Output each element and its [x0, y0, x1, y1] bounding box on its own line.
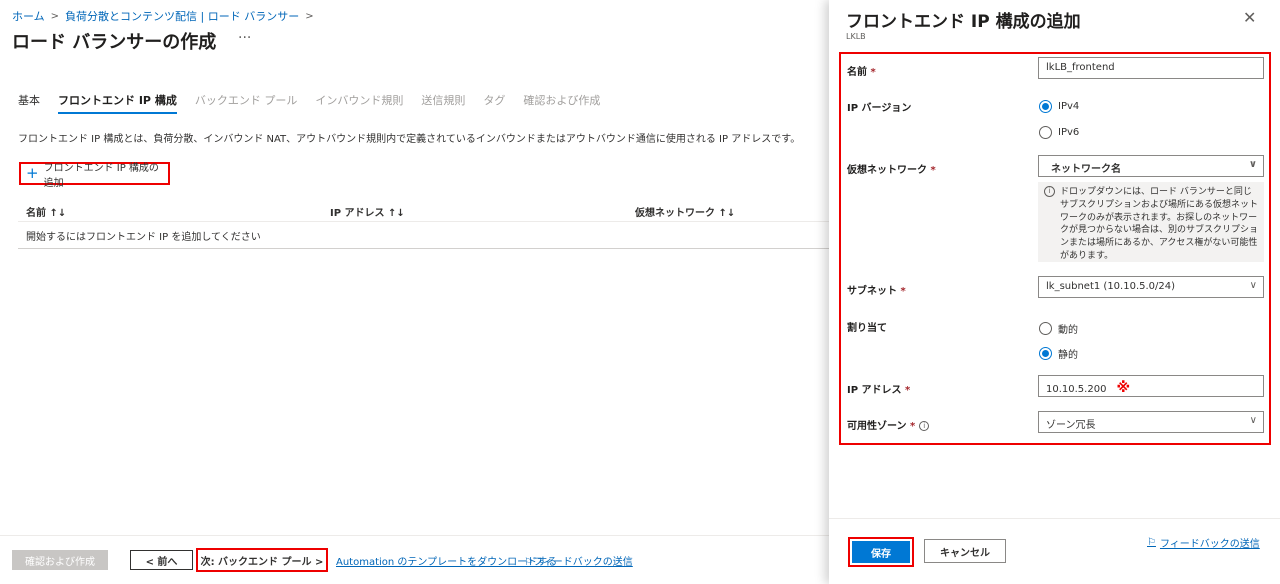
subnet-dropdown[interactable]: lk_subnet1 (10.10.5.0/24) ∨ [1038, 276, 1264, 298]
table-empty-row: 開始するにはフロントエンド IP を追加してください [18, 222, 829, 249]
panel-feedback-link[interactable]: ⚐ フィードバックの送信 [1147, 535, 1260, 550]
previous-button[interactable]: < 前へ [130, 550, 193, 570]
close-icon[interactable]: ✕ [1243, 8, 1256, 27]
breadcrumb: ホーム > 負荷分散とコンテンツ配信 | ロード バランサー > [12, 8, 314, 24]
cancel-button[interactable]: キャンセル [924, 539, 1006, 563]
chevron-down-icon: ∨ [1249, 415, 1257, 426]
chevron-down-icon: ∨ [1249, 280, 1257, 291]
tab-inbound-rules[interactable]: インバウンド規則 [315, 92, 403, 114]
feedback-icon: ⚐ [1147, 537, 1156, 548]
vnet-dropdown[interactable]: ネットワーク名 ∨ [1038, 155, 1264, 177]
tab-basics[interactable]: 基本 [18, 92, 40, 114]
info-icon: i [1044, 186, 1055, 197]
column-header-vnet[interactable]: 仮想ネットワーク ↑↓ [635, 204, 735, 219]
next-backend-pool-button[interactable]: 次: バックエンド プール > [196, 548, 328, 572]
wizard-tabs: 基本 フロントエンド IP 構成 バックエンド プール インバウンド規則 送信規… [18, 92, 600, 114]
tab-backend-pool[interactable]: バックエンド プール [195, 92, 298, 114]
column-header-name[interactable]: 名前 ↑↓ [26, 204, 66, 219]
save-button[interactable]: 保存 [852, 541, 910, 563]
panel-title: フロントエンド IP 構成の追加 [846, 12, 1081, 32]
vnet-info-box: i ドロップダウンには、ロード バランサーと同じサブスクリプションおよび場所にあ… [1038, 182, 1264, 262]
ip-address-label: IP アドレス * [847, 385, 911, 396]
tab-review-create[interactable]: 確認および作成 [523, 92, 600, 114]
assignment-label: 割り当て [847, 323, 887, 334]
table-header: 名前 ↑↓ IP アドレス ↑↓ 仮想ネットワーク ↑↓ [18, 196, 829, 222]
ipv6-radio[interactable]: IPv6 [1039, 126, 1079, 139]
wizard-footer: 確認および作成 < 前へ 次: バックエンド プール > Automation … [0, 535, 829, 584]
tab-outbound-rules[interactable]: 送信規則 [421, 92, 465, 114]
tab-frontend-ip[interactable]: フロントエンド IP 構成 [58, 92, 177, 114]
chevron-right-icon: > [305, 10, 314, 22]
review-create-button[interactable]: 確認および作成 [12, 550, 108, 570]
panel-footer: 保存 キャンセル ⚐ フィードバックの送信 [829, 518, 1280, 584]
radio-empty-icon [1039, 126, 1052, 139]
subnet-label: サブネット * [847, 286, 906, 297]
send-feedback-link[interactable]: ⚐フィードバックの送信 [524, 553, 633, 568]
name-input[interactable]: lkLB_frontend [1038, 57, 1264, 79]
ip-version-label: IP バージョン [847, 103, 912, 114]
availability-zone-dropdown[interactable]: ゾーン冗長 ∨ [1038, 411, 1264, 433]
breadcrumb-home[interactable]: ホーム [12, 8, 45, 24]
chevron-right-icon: > [50, 10, 60, 22]
ip-address-input[interactable]: 10.10.5.200 ※ [1038, 375, 1264, 397]
static-radio[interactable]: 静的 [1039, 346, 1078, 361]
radio-selected-icon [1039, 100, 1052, 113]
radio-selected-icon [1039, 347, 1052, 360]
add-frontend-ip-button[interactable]: + フロントエンド IP 構成の追加 [19, 162, 170, 189]
more-options-icon[interactable]: ··· [238, 30, 251, 46]
column-header-ip[interactable]: IP アドレス ↑↓ [330, 204, 405, 219]
availability-zone-label: 可用性ゾーン * i [847, 417, 930, 432]
radio-empty-icon [1039, 322, 1052, 335]
main-blade: ホーム > 負荷分散とコンテンツ配信 | ロード バランサー > ロード バラン… [0, 0, 829, 584]
vnet-label: 仮想ネットワーク * [847, 165, 936, 176]
send-feedback-label: フィードバックの送信 [532, 557, 633, 568]
add-frontend-ip-label: フロントエンド IP 構成の追加 [43, 162, 159, 189]
frontend-ip-form: 名前 * lkLB_frontend IP バージョン IPv4 IPv6 仮想… [839, 52, 1271, 445]
name-label: 名前 * [847, 67, 876, 78]
feedback-icon: ⚐ [524, 557, 533, 568]
tab-tags[interactable]: タグ [483, 92, 505, 114]
plus-icon: + [26, 164, 39, 182]
ipv4-radio[interactable]: IPv4 [1039, 100, 1079, 113]
add-frontend-ip-panel: フロントエンド IP 構成の追加 LKLB ✕ 名前 * lkLB_fronte… [829, 0, 1280, 584]
dynamic-radio[interactable]: 動的 [1039, 321, 1078, 336]
info-icon[interactable]: i [919, 421, 930, 431]
save-highlight: 保存 [848, 537, 914, 567]
chevron-down-icon: ∨ [1248, 159, 1257, 170]
panel-subtitle: LKLB [846, 32, 866, 41]
page-title: ロード バランサーの作成 [12, 32, 217, 53]
annotation-mark: ※ [1116, 380, 1131, 396]
tab-description: フロントエンド IP 構成とは、負荷分散、インバウンド NAT、アウトバウンド規… [18, 134, 801, 145]
breadcrumb-load-balancer[interactable]: 負荷分散とコンテンツ配信 | ロード バランサー [65, 8, 299, 24]
